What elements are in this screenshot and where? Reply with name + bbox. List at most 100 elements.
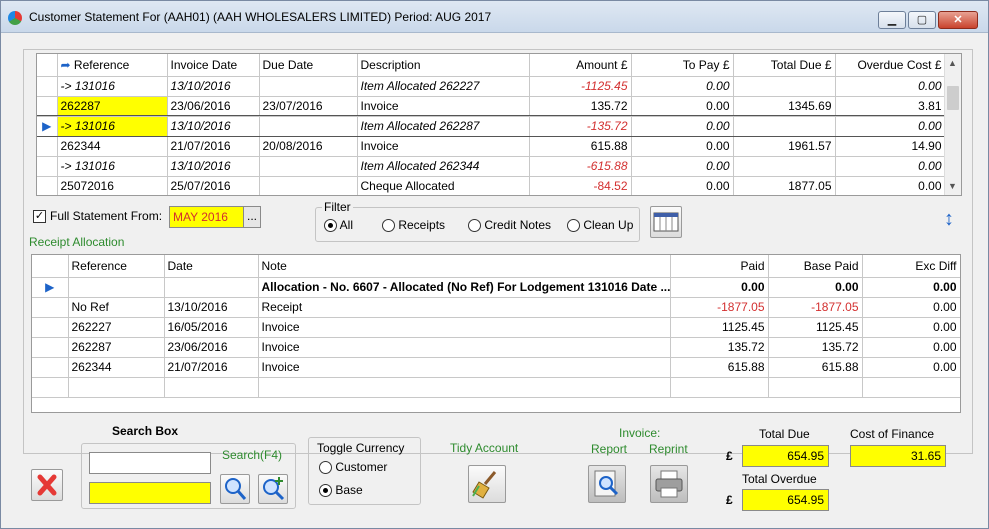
column-header-to-pay[interactable]: To Pay £: [631, 54, 734, 77]
search-input[interactable]: [89, 452, 211, 474]
allocation-row[interactable]: 262344 21/07/2016 Invoice 615.88 615.88 0.00: [32, 357, 960, 378]
alloc-cell-base-paid: 135.72: [768, 337, 863, 358]
invoice-report-button[interactable]: [588, 465, 626, 503]
statement-grid[interactable]: ➦ Reference Invoice Date Due Date Descri…: [36, 53, 962, 196]
alloc-cell-exc-diff: 0.00: [862, 317, 960, 338]
column-header-amount[interactable]: Amount £: [529, 54, 632, 77]
search-input-secondary[interactable]: [89, 482, 211, 504]
alloc-header-reference[interactable]: Reference: [68, 255, 165, 278]
column-header-invoice-date[interactable]: Invoice Date: [167, 54, 260, 77]
scroll-thumb[interactable]: [947, 86, 959, 110]
full-statement-checkbox[interactable]: ✓: [33, 210, 46, 223]
statement-header-row: ➦ Reference Invoice Date Due Date Descri…: [37, 54, 946, 77]
radio-receipts[interactable]: [382, 219, 395, 233]
minimize-button[interactable]: ▁: [878, 11, 906, 29]
alloc-header-date[interactable]: Date: [164, 255, 259, 278]
magnifier-plus-icon: [263, 477, 285, 501]
filter-option-credit-notes[interactable]: Credit Notes: [468, 218, 551, 233]
statement-row[interactable]: 25072016 25/07/2016 Cheque Allocated -84.52…: [37, 176, 946, 195]
cell-overdue-cost: 0.00: [835, 76, 946, 97]
radio-clean-up[interactable]: [567, 219, 580, 233]
filter-option-receipts[interactable]: Receipts: [382, 218, 445, 233]
alloc-empty-cell: [164, 377, 259, 398]
cell-amount: -1125.45: [529, 76, 632, 97]
invoice-reprint-button[interactable]: [650, 465, 688, 503]
alloc-cell-paid: 1125.45: [670, 317, 769, 338]
alloc-header-note[interactable]: Note: [258, 255, 671, 278]
alloc-cell-indicator: [32, 317, 69, 338]
alloc-cell-indicator: [32, 297, 69, 318]
cell-total-due: 1345.69: [733, 96, 836, 117]
receipt-allocation-title: Receipt Allocation: [29, 235, 125, 249]
allocation-summary-paid: 0.00: [670, 277, 769, 298]
allocation-header-row: Reference Date Note Paid Base Paid Exc D…: [32, 255, 960, 278]
column-header-overdue-cost[interactable]: Overdue Cost £: [835, 54, 946, 77]
cell-to-pay: 0.00: [631, 176, 734, 195]
radio-all[interactable]: [324, 219, 337, 233]
statement-row[interactable]: 262344 21/07/2016 20/08/2016 Invoice 615.88 0…: [37, 136, 946, 157]
cell-description: Cheque Allocated: [357, 176, 530, 195]
statement-row[interactable]: ▶ -> 131016 13/10/2016 Item Allocated 26228…: [37, 115, 946, 137]
column-header-total-due[interactable]: Total Due £: [733, 54, 836, 77]
invoice-reprint-label: Reprint: [649, 442, 688, 456]
allocation-summary-row[interactable]: ▶ Allocation - No. 6607 - Allocated (No …: [32, 277, 960, 298]
search-f4-link[interactable]: Search(F4): [222, 448, 282, 462]
column-header-reference[interactable]: ➦ Reference: [57, 54, 168, 77]
column-header-description[interactable]: Description: [357, 54, 530, 77]
scroll-up-arrow-icon[interactable]: ▲: [948, 58, 957, 68]
broom-icon: [472, 471, 497, 499]
calendar-grid-icon: [653, 212, 679, 232]
alloc-header-exc-diff[interactable]: Exc Diff: [862, 255, 960, 278]
scroll-down-arrow-icon[interactable]: ▼: [948, 181, 957, 191]
currency-option-customer[interactable]: Customer: [319, 460, 387, 475]
alloc-cell-date: 23/06/2016: [164, 337, 259, 358]
alloc-header-paid[interactable]: Paid: [670, 255, 769, 278]
filter-option-all[interactable]: All: [324, 218, 353, 233]
allocation-row[interactable]: No Ref 13/10/2016 Receipt -1877.05 -1877.05 0…: [32, 297, 960, 318]
statement-row[interactable]: 262287 23/06/2016 23/07/2016 Invoice 135.72 0…: [37, 96, 946, 117]
alloc-cell-date: 16/05/2016: [164, 317, 259, 338]
radio-customer[interactable]: [319, 461, 332, 475]
alloc-header-base-paid[interactable]: Base Paid: [768, 255, 863, 278]
cell-description: Invoice: [357, 96, 530, 117]
maximize-button[interactable]: ▢: [908, 11, 936, 29]
radio-credit-notes[interactable]: [468, 219, 481, 233]
cell-description: Item Allocated 262227: [357, 76, 530, 97]
search-button[interactable]: [220, 474, 250, 504]
full-statement-date-value: MAY 2016: [173, 210, 228, 224]
receipt-allocation-grid[interactable]: Reference Date Note Paid Base Paid Exc D…: [31, 254, 961, 413]
cell-description: Item Allocated 262287: [357, 116, 530, 137]
radio-base[interactable]: [319, 484, 332, 498]
alloc-cell-indicator: [32, 337, 69, 358]
alloc-cell-reference: No Ref: [68, 297, 165, 318]
filter-option-clean-up[interactable]: Clean Up: [567, 218, 633, 233]
statement-row[interactable]: -> 131016 13/10/2016 Item Allocated 262227…: [37, 76, 946, 97]
column-header-due-date[interactable]: Due Date: [259, 54, 358, 77]
cell-reference: -> 131016: [57, 116, 168, 137]
currency-option-base[interactable]: Base: [319, 483, 363, 498]
date-picker-button[interactable]: ...: [243, 207, 260, 227]
allocation-row[interactable]: 262227 16/05/2016 Invoice 1125.45 1125.45 0.0…: [32, 317, 960, 338]
alloc-cell-note: Invoice: [258, 317, 671, 338]
cell-invoice-date: 13/10/2016: [167, 76, 260, 97]
statement-scrollbar[interactable]: ▲ ▼: [944, 54, 961, 195]
cell-amount: -615.88: [529, 156, 632, 177]
full-statement-date-field[interactable]: MAY 2016 ...: [169, 206, 261, 228]
calendar-view-button[interactable]: [650, 206, 682, 238]
statement-row[interactable]: -> 131016 13/10/2016 Item Allocated 262344…: [37, 156, 946, 177]
allocation-row[interactable]: 262287 23/06/2016 Invoice 135.72 135.72 0.00: [32, 337, 960, 358]
close-window-button[interactable]: ✕: [938, 11, 978, 29]
resize-splitter-icon[interactable]: ↕: [944, 208, 954, 231]
cell-invoice-date: 25/07/2016: [167, 176, 260, 195]
tidy-account-button[interactable]: [468, 465, 506, 503]
cell-to-pay: 0.00: [631, 156, 734, 177]
cell-overdue-cost: 0.00: [835, 116, 946, 137]
search-add-button[interactable]: [258, 474, 288, 504]
total-due-currency: £: [726, 449, 733, 463]
close-statement-button[interactable]: [31, 469, 63, 501]
cell-total-due: [733, 76, 836, 97]
alloc-indicator-header: [32, 255, 69, 278]
cell-total-due: 1877.05: [733, 176, 836, 195]
alloc-cell-reference: 262287: [68, 337, 165, 358]
search-box-group: Search(F4): [81, 443, 296, 509]
